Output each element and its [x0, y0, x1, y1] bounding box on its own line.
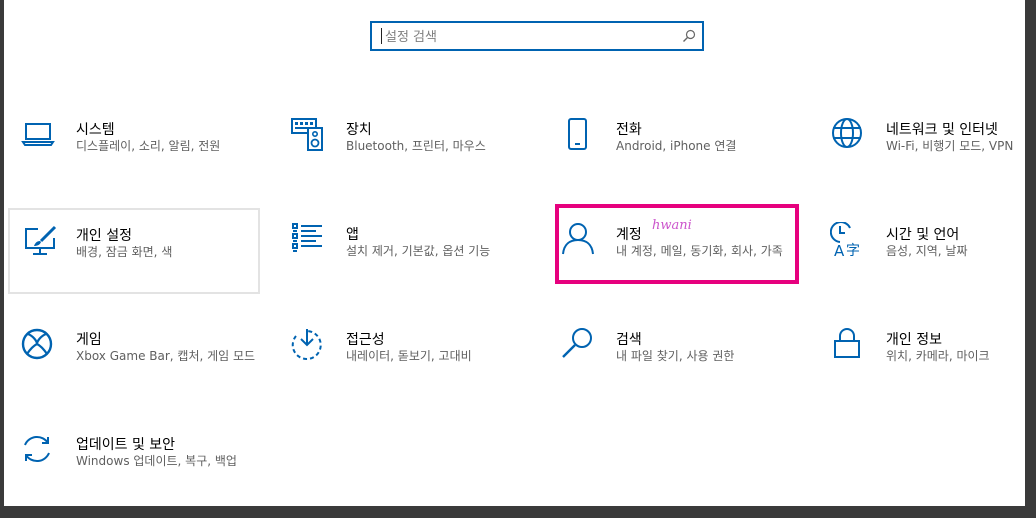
tile-description: 설치 제거, 기본값, 옵션 기능: [346, 244, 491, 258]
handwritten-annotation: hwani: [652, 218, 692, 233]
tile-update-security[interactable]: 업데이트 및 보안 Windows 업데이트, 복구, 백업: [20, 432, 272, 518]
tile-network[interactable]: 네트워크 및 인터넷 Wi-Fi, 비행기 모드, VPN: [830, 118, 1036, 204]
phone-icon: [568, 118, 587, 150]
keyboard-speaker-icon: [291, 118, 323, 151]
tile-description: 음성, 지역, 날짜: [886, 244, 968, 258]
tile-gaming[interactable]: 게임 Xbox Game Bar, 캡처, 게임 모드: [20, 327, 272, 413]
tile-description: Bluetooth, 프린터, 마우스: [346, 139, 486, 153]
accessibility-timer-icon: [291, 329, 322, 360]
tile-personalization[interactable]: 개인 설정 배경, 잠금 화면, 색: [8, 208, 260, 294]
tile-phone[interactable]: 전화 Android, iPhone 연결: [560, 118, 812, 204]
search-icon[interactable]: [682, 29, 696, 43]
tile-apps[interactable]: 앱 설치 제거, 기본값, 옵션 기능: [290, 222, 542, 308]
tile-description: 배경, 잠금 화면, 색: [76, 245, 173, 259]
sync-arrows-icon: [24, 436, 50, 462]
tile-title: 네트워크 및 인터넷: [886, 122, 998, 138]
search-box[interactable]: [370, 21, 704, 51]
tile-ease-of-access[interactable]: 접근성 내레이터, 돋보기, 고대비: [290, 327, 542, 413]
tile-description: Android, iPhone 연결: [616, 139, 737, 153]
xbox-icon: [21, 328, 53, 360]
laptop-icon: [21, 123, 55, 146]
tile-title: 개인 설정: [76, 228, 132, 244]
paintbrush-screen-icon: [25, 225, 57, 255]
tile-title: 앱: [346, 227, 359, 243]
text-caret: [381, 28, 382, 44]
tile-description: Wi-Fi, 비행기 모드, VPN: [886, 139, 1014, 153]
tile-description: 내 파일 찾기, 사용 권한: [616, 349, 735, 363]
tile-title: 검색: [616, 332, 642, 348]
settings-window: 시스템 디스플레이, 소리, 알림, 전원 장치 Bluetooth, 프린터,…: [4, 0, 1025, 506]
tile-description: Windows 업데이트, 복구, 백업: [76, 454, 237, 468]
tile-description: 디스플레이, 소리, 알림, 전원: [76, 139, 221, 153]
magnifier-icon: [562, 328, 592, 358]
clock-language-icon: A 字: [830, 222, 860, 258]
tile-devices[interactable]: 장치 Bluetooth, 프린터, 마우스: [290, 118, 542, 204]
tile-title: 시간 및 언어: [886, 227, 960, 243]
tile-privacy[interactable]: 개인 정보 위치, 카메라, 마이크: [830, 327, 1036, 413]
tile-description: Xbox Game Bar, 캡처, 게임 모드: [76, 349, 256, 363]
tile-title: 게임: [76, 332, 102, 348]
tile-title: 업데이트 및 보안: [76, 437, 176, 453]
tile-description: 내레이터, 돋보기, 고대비: [346, 349, 472, 363]
globe-icon: [832, 118, 862, 148]
search-input[interactable]: [383, 25, 677, 49]
svg-text:A: A: [834, 242, 845, 258]
tile-title: 접근성: [346, 332, 385, 348]
tile-system[interactable]: 시스템 디스플레이, 소리, 알림, 전원: [20, 118, 272, 204]
svg-text:字: 字: [846, 243, 860, 258]
tile-time-language[interactable]: A 字 시간 및 언어 음성, 지역, 날짜: [830, 222, 1036, 308]
tile-description: 위치, 카메라, 마이크: [886, 349, 990, 363]
apps-list-icon: [292, 223, 322, 252]
highlight-box: [555, 204, 799, 284]
tile-title: 개인 정보: [886, 332, 942, 348]
tile-title: 전화: [616, 122, 642, 138]
tile-search[interactable]: 검색 내 파일 찾기, 사용 권한: [560, 327, 812, 413]
lock-icon: [834, 328, 860, 358]
tile-title: 시스템: [76, 122, 115, 138]
tile-title: 장치: [346, 122, 372, 138]
